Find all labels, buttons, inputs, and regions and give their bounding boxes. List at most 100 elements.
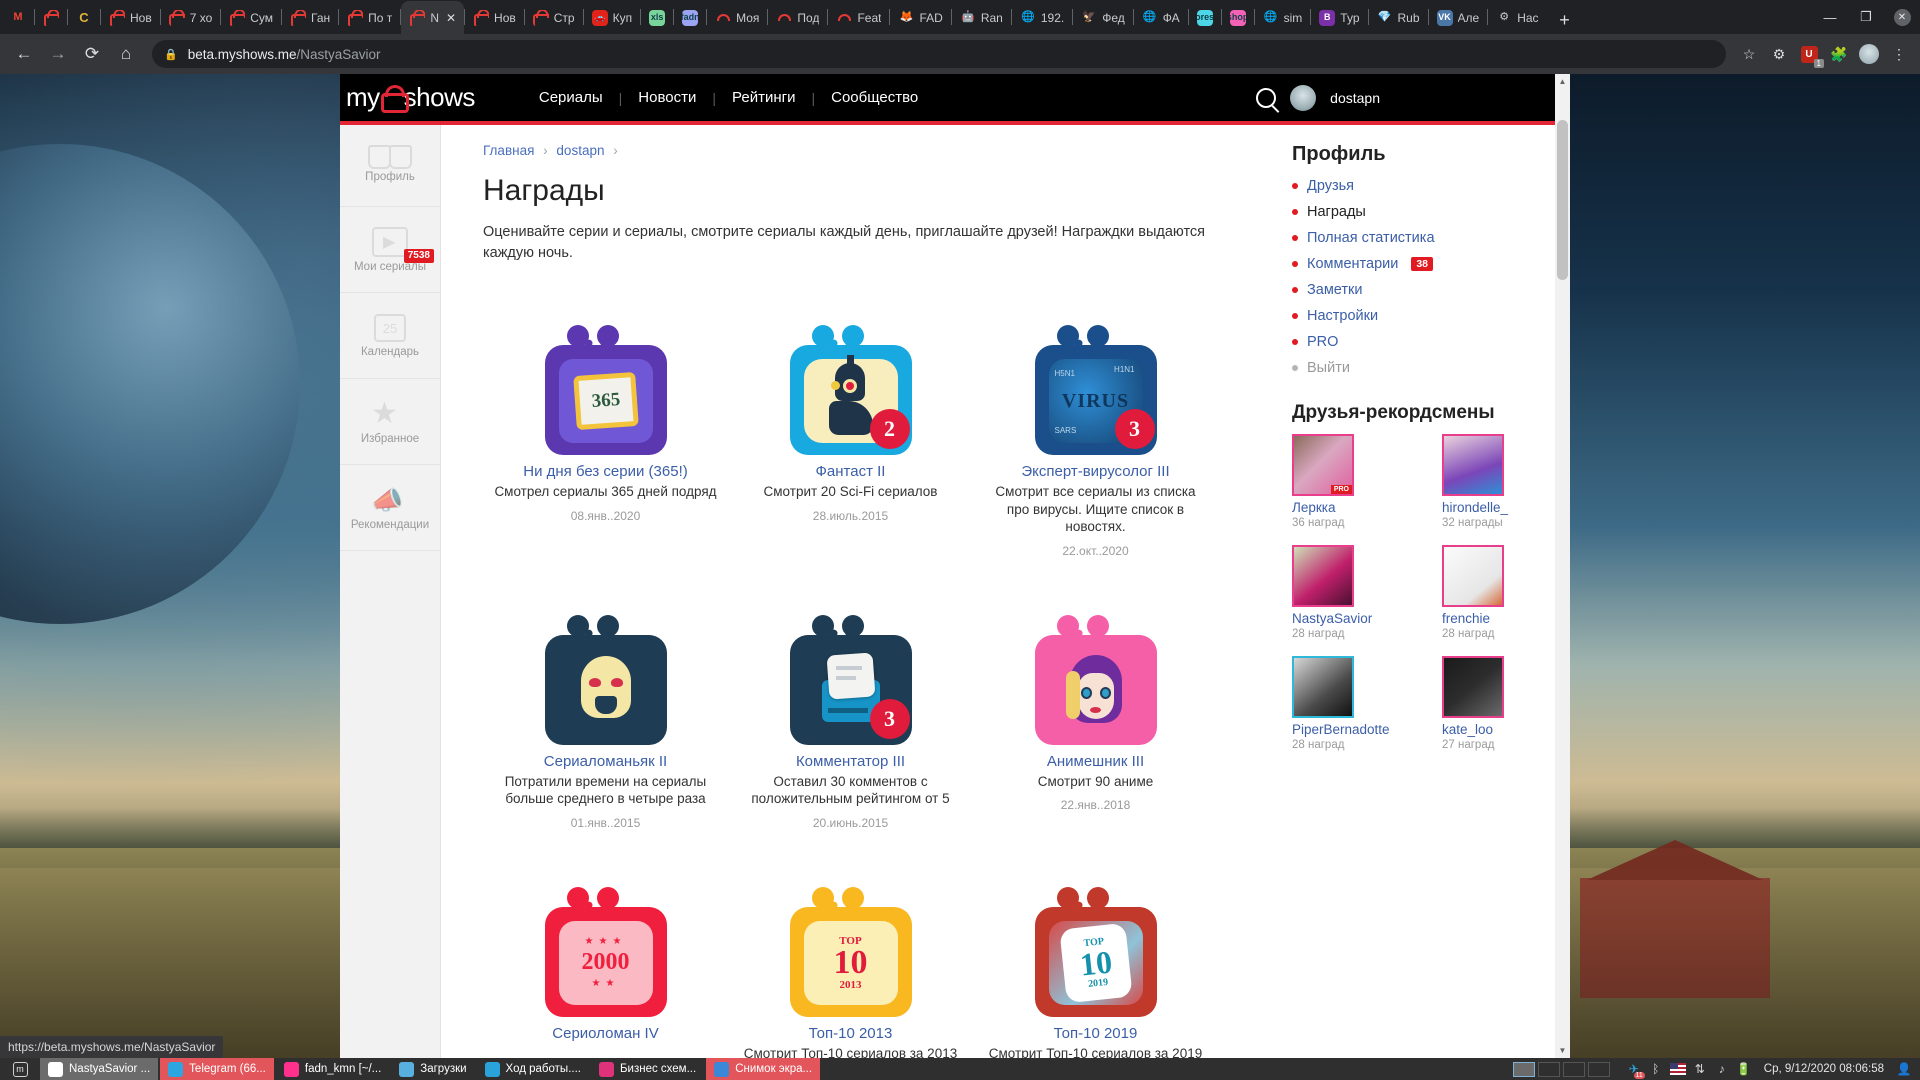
taskbar-window-button[interactable]: Загрузки [391,1058,474,1080]
browser-tab[interactable]: ores [1189,1,1221,34]
browser-tab[interactable]: 🤖 Ran [952,1,1011,34]
friend-card[interactable]: NastyaSavior 28 наград [1292,545,1442,640]
browser-tab[interactable]: Сум [221,1,281,34]
profile-link-item[interactable]: PRO [1292,334,1550,350]
scroll-down-arrow[interactable]: ▼ [1555,1043,1570,1058]
taskbar-window-button[interactable]: Снимок экра... [706,1058,821,1080]
profile-link-label[interactable]: Заметки [1307,282,1362,298]
award-icon[interactable] [973,580,1218,745]
browser-tab[interactable]: 🌐 ФА [1134,1,1188,34]
friend-name-link[interactable]: kate_loo [1442,722,1570,737]
browser-tab[interactable]: 7 хо [161,1,221,34]
award-name-link[interactable]: Сериаломаньяк II [483,753,728,770]
friend-name-link[interactable]: hirondelle_ [1442,500,1570,515]
start-menu-button[interactable]: m [0,1058,40,1080]
browser-tab[interactable]: По т [339,1,400,34]
sidebar-item-my-shows[interactable]: 7538 Мои сериалы [340,207,440,293]
browser-tab[interactable]: Стр [525,1,583,34]
award-card[interactable]: Анимешник III Смотрит 90 аниме 22.янв..201… [973,580,1218,830]
profile-link-item[interactable]: Настройки [1292,308,1550,324]
award-name-link[interactable]: Эксперт-вирусолог III [973,463,1218,480]
user-icon[interactable]: 👤 [1896,1061,1912,1077]
browser-tab[interactable]: Нов [465,1,524,34]
friend-avatar[interactable] [1442,434,1504,496]
browser-tab[interactable]: VK Але [1429,1,1488,34]
profile-link-label[interactable]: Комментарии [1307,256,1398,272]
taskbar-window-button[interactable]: Бизнес схем... [591,1058,704,1080]
search-icon[interactable] [1256,87,1277,108]
award-icon[interactable]: TOP 10 2019 [973,852,1218,1017]
profile-link-item[interactable]: Полная статистика [1292,230,1550,246]
home-button[interactable]: ⌂ [110,38,142,70]
profile-link-label[interactable]: Друзья [1307,178,1354,194]
browser-tab-active[interactable]: Ν ✕ [401,1,465,34]
award-card[interactable]: VIRUS H5N1 H1N1 SARS 3 Эксперт-вирусолог III С… [973,290,1218,558]
forward-button[interactable]: → [42,38,74,70]
award-name-link[interactable]: Фантаст II [728,463,973,480]
award-card[interactable]: Сериаломаньяк II Потратили времени на сер… [483,580,728,830]
friend-card[interactable]: PRO Леркка 36 наград [1292,434,1442,529]
browser-tab[interactable]: C [68,1,100,34]
profile-link-label[interactable]: PRO [1307,334,1338,350]
browser-tab[interactable]: xls [641,1,673,34]
award-icon[interactable]: 365 [483,290,728,456]
friend-name-link[interactable]: PiperBernadotte [1292,722,1442,737]
avatar[interactable] [1290,84,1317,111]
friend-name-link[interactable]: Леркка [1292,500,1442,515]
friend-card[interactable]: PiperBernadotte 28 наград [1292,656,1442,751]
browser-tab[interactable]: fadn [674,1,706,34]
keyboard-layout-flag[interactable] [1669,1061,1686,1077]
scrollbar-thumb[interactable] [1557,120,1568,280]
friend-card[interactable]: kate_loo 27 наград [1442,656,1570,751]
workspace-4[interactable] [1587,1061,1610,1077]
profile-link-item[interactable]: Друзья [1292,178,1550,194]
sidebar-item-recommendations[interactable]: 📣 Рекомендации [340,465,440,551]
nav-serials[interactable]: Сериалы [523,89,619,106]
browser-tab[interactable]: Feat [828,1,889,34]
friend-avatar[interactable] [1442,656,1504,718]
profile-link-item[interactable]: Награды [1292,204,1550,220]
friend-name-link[interactable]: NastyaSavior [1292,611,1442,626]
taskbar-window-button[interactable]: NastyaSavior ... [40,1058,159,1080]
profile-link-item[interactable]: Заметки [1292,282,1550,298]
browser-tab[interactable]: Нов [101,1,160,34]
award-icon[interactable] [483,580,728,745]
award-name-link[interactable]: Топ-10 2019 [973,1025,1218,1042]
award-name-link[interactable]: Ни дня без серии (365!) [483,463,728,480]
battery-icon[interactable]: 🔋 [1736,1061,1752,1077]
browser-tab[interactable]: 🚗 Куп [584,1,641,34]
browser-tab[interactable]: shop [1222,1,1254,34]
friend-avatar[interactable] [1292,545,1354,607]
browser-tab[interactable] [35,1,67,34]
taskbar-window-button[interactable]: Ход работы.... [477,1058,589,1080]
browser-tab[interactable]: 💎 Rub [1369,1,1428,34]
browser-tab[interactable]: Ган [282,1,338,34]
browser-tab[interactable]: B Тур [1311,1,1367,34]
award-icon[interactable]: ★★★ 2000 ★★ [483,852,728,1017]
sidebar-item-profile[interactable]: Профиль [340,121,440,207]
award-name-link[interactable]: Топ-10 2013 [728,1025,973,1042]
browser-menu-icon[interactable]: ⋮ [1886,41,1912,67]
friend-card[interactable]: frenchie 28 наград [1442,545,1570,640]
award-card[interactable]: ★★★ 2000 ★★ Сериоломан IV [483,852,728,1058]
puzzle-icon[interactable]: 🧩 [1826,41,1852,67]
profile-link-label[interactable]: Полная статистика [1307,230,1435,246]
taskbar-window-button[interactable]: Telegram (66... [160,1058,274,1080]
browser-tab[interactable]: 🌐 sim [1255,1,1311,34]
reload-button[interactable]: ⟳ [76,38,108,70]
close-icon[interactable]: ✕ [446,11,456,25]
username-label[interactable]: dostapn [1330,90,1380,106]
award-icon[interactable]: 2 [728,290,973,456]
gear-icon[interactable]: ⚙ [1766,41,1792,67]
breadcrumb-user[interactable]: dostapn [556,143,604,158]
award-card[interactable]: 3 Комментатор III Оставил 30 комментов с п… [728,580,973,830]
browser-tab[interactable]: 🌐 192. [1012,1,1072,34]
friend-avatar[interactable] [1292,656,1354,718]
browser-tab[interactable]: M [2,1,34,34]
profile-avatar[interactable] [1856,41,1882,67]
award-card[interactable]: TOP 10 2013 Топ-10 2013 Смотрит Топ-10 сериа… [728,852,973,1058]
award-name-link[interactable]: Анимешник III [973,753,1218,770]
award-name-link[interactable]: Комментатор III [728,753,973,770]
scroll-up-arrow[interactable]: ▲ [1555,74,1570,89]
friend-name-link[interactable]: frenchie [1442,611,1570,626]
